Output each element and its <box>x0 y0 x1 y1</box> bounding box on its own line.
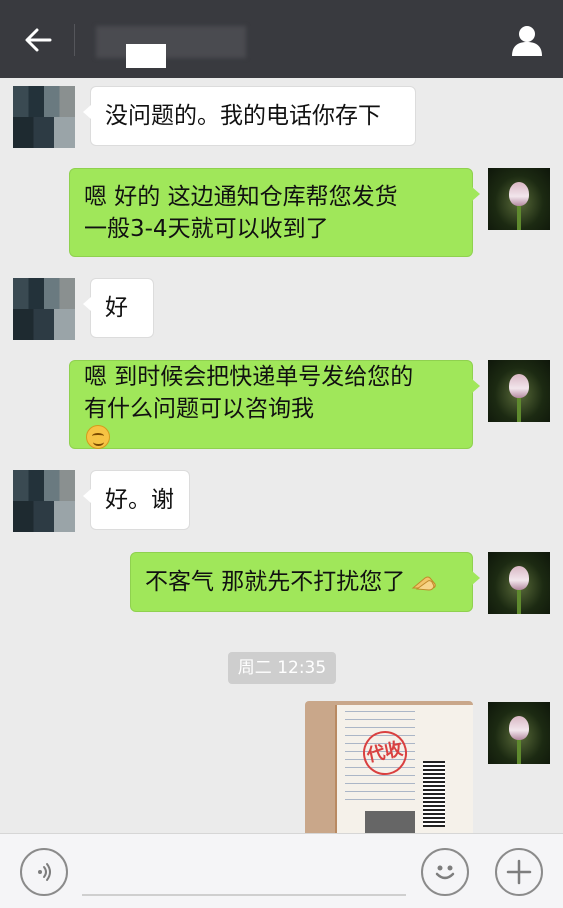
my-avatar[interactable] <box>488 360 550 422</box>
plus-icon <box>506 859 532 885</box>
chat-input-bar <box>0 833 563 908</box>
received-message-bubble[interactable]: 好。谢 <box>83 470 190 530</box>
message-input[interactable] <box>82 894 406 896</box>
emoji-icon <box>435 865 455 880</box>
contact-avatar[interactable] <box>13 278 75 340</box>
sent-message-bubble[interactable]: 嗯 好的 这边通知仓库帮您发货 一般3-4天就可以收到了 <box>69 168 480 257</box>
avatar-flower-stem <box>517 586 521 614</box>
photo-message[interactable]: 代收 <box>305 701 473 841</box>
sent-message-bubble[interactable]: 嗯 到时候会把快递单号发给您的 有什么问题可以咨询我 <box>69 360 480 449</box>
avatar-flower-bud <box>509 182 529 206</box>
voice-icon <box>38 863 51 881</box>
chat-header <box>0 0 563 78</box>
message-text: 不客气 那就先不打扰您了 <box>145 569 406 595</box>
message-text-line: 嗯 好的 这边通知仓库帮您发货 <box>84 183 398 210</box>
message-text-line: 有什么问题可以咨询我 <box>84 393 314 449</box>
emoji-button[interactable] <box>421 848 469 896</box>
message-timestamp: 周二 12:35 <box>228 652 336 684</box>
sent-message-bubble[interactable]: 不客气 那就先不打扰您了 <box>130 552 480 612</box>
person-icon <box>512 26 542 56</box>
chat-title-redacted <box>96 26 246 58</box>
avatar-flower-bud <box>509 374 529 398</box>
message-text-line: 嗯 到时候会把快递单号发给您的 <box>84 363 414 390</box>
voice-input-button[interactable] <box>20 848 68 896</box>
back-button[interactable] <box>18 22 58 58</box>
chat-title-redacted-mark <box>126 44 166 68</box>
more-options-button[interactable] <box>495 848 543 896</box>
received-message-bubble[interactable]: 没问题的。我的电话你存下 <box>83 86 416 146</box>
avatar-flower-bud <box>509 566 529 590</box>
message-text: 好。谢 <box>105 487 174 513</box>
my-avatar[interactable] <box>488 552 550 614</box>
clap-hand-emoji-icon <box>411 576 437 591</box>
avatar-flower-stem <box>517 202 521 230</box>
message-text: 没问题的。我的电话你存下 <box>105 103 381 129</box>
message-text: 好 <box>105 295 128 321</box>
message-text-line: 一般3-4天就可以收到了 <box>84 215 329 242</box>
avatar-flower-bud <box>509 716 529 740</box>
back-arrow-icon <box>25 28 52 52</box>
my-avatar[interactable] <box>488 702 550 764</box>
chat-profile-button[interactable] <box>507 22 547 58</box>
message-text-segment: 有什么问题可以咨询我 <box>84 395 314 422</box>
contact-avatar[interactable] <box>13 86 75 148</box>
header-divider <box>74 24 75 56</box>
barcode <box>423 761 445 827</box>
my-avatar[interactable] <box>488 168 550 230</box>
contact-avatar[interactable] <box>13 470 75 532</box>
received-message-bubble[interactable]: 好 <box>83 278 154 338</box>
avatar-flower-stem <box>517 736 521 764</box>
avatar-flower-stem <box>517 394 521 422</box>
smile-emoji-icon <box>86 424 110 449</box>
